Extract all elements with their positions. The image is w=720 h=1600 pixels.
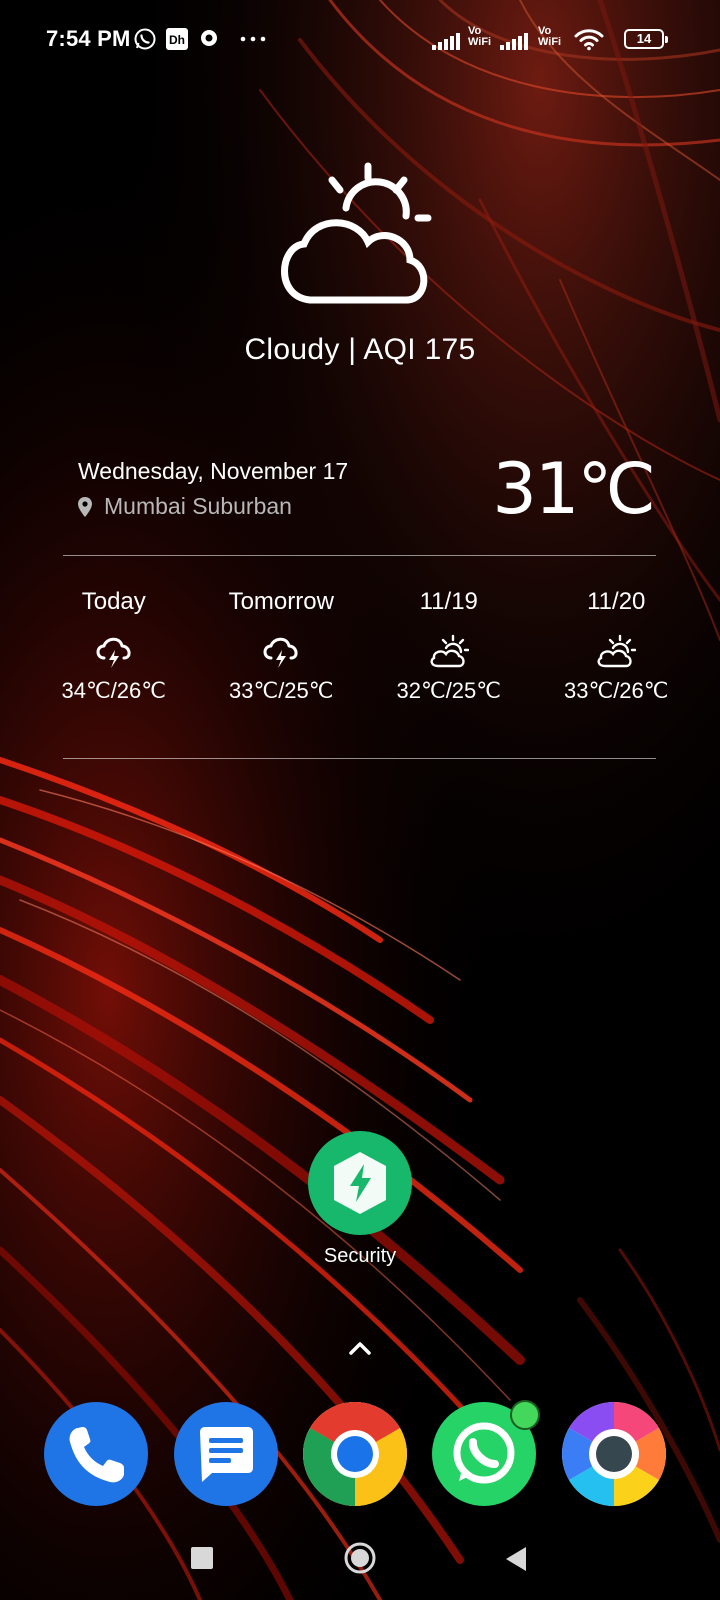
- messages-app[interactable]: [174, 1402, 278, 1506]
- forecast-day-1120: 11/20 33℃/26℃: [533, 588, 701, 718]
- location-label: Mumbai Suburban: [104, 493, 292, 519]
- security-icon[interactable]: [308, 1131, 412, 1235]
- signal-icon: [500, 33, 528, 50]
- battery-icon: 14: [624, 29, 668, 49]
- forecast-day-label: Today: [81, 588, 146, 615]
- forecast-temp-range: 34℃/26℃: [61, 678, 166, 703]
- wifi-icon: [574, 29, 604, 51]
- partly-cloudy-icon: [597, 634, 637, 668]
- forecast-temp-range: 32℃/25℃: [396, 678, 501, 703]
- dock: [0, 1400, 720, 1508]
- forecast-day-1119: 11/19 32℃/25℃: [365, 588, 533, 718]
- forecast-day-label: 11/20: [587, 588, 646, 615]
- home-button[interactable]: [344, 1542, 376, 1574]
- weather-date: Wednesday, November 17: [78, 458, 349, 484]
- status-time: 7:54 PM: [46, 26, 131, 51]
- battery-level: 14: [636, 31, 652, 46]
- divider: [63, 555, 656, 556]
- current-temperature: 31℃: [492, 448, 656, 530]
- shield-bolt-icon: [334, 1152, 386, 1214]
- browser-icon: [562, 1402, 666, 1506]
- recents-button[interactable]: [190, 1546, 214, 1570]
- phone-icon: [69, 1427, 124, 1483]
- vowifi-indicator: Vo WiFi: [538, 25, 562, 48]
- divider: [63, 758, 656, 759]
- forecast-day-label: 11/19: [419, 588, 478, 615]
- browser-app[interactable]: [562, 1402, 666, 1506]
- home-screen: 7:54 PM Dh Vo WiFi Vo WiFi 14 Cloudy | A…: [0, 0, 720, 1600]
- forecast-row: Today 34℃/26℃ Tomorrow 33℃/25℃ 11/19 32℃…: [30, 588, 700, 718]
- weather-condition: Cloudy | AQI 175: [244, 333, 476, 366]
- vowifi-indicator: Vo WiFi: [468, 25, 492, 48]
- forecast-day-today: Today 34℃/26℃: [30, 588, 198, 718]
- messages-icon: [200, 1427, 253, 1482]
- thunderstorm-icon: [263, 637, 298, 668]
- app-label: Security: [323, 1245, 397, 1267]
- location-pin-icon: [78, 496, 92, 517]
- dailyhunt-icon: Dh: [166, 28, 188, 50]
- chrome-app[interactable]: [303, 1402, 407, 1506]
- navigation-bar: [0, 1516, 720, 1596]
- chevron-up-icon[interactable]: [347, 1339, 373, 1357]
- security-app[interactable]: Security: [300, 1131, 420, 1268]
- more-notifications-icon: [240, 36, 266, 42]
- forecast-temp-range: 33℃/26℃: [564, 678, 669, 703]
- partly-cloudy-icon: [430, 634, 469, 668]
- back-button[interactable]: [504, 1546, 528, 1572]
- notification-dot: [510, 1400, 540, 1430]
- whatsapp-icon: [134, 28, 156, 50]
- weather-location: Mumbai Suburban: [78, 493, 292, 520]
- status-bar: 7:54 PM Dh Vo WiFi Vo WiFi 14: [0, 0, 720, 80]
- thunderstorm-icon: [96, 637, 131, 668]
- whatsapp-app[interactable]: [432, 1400, 540, 1506]
- chrome-icon: [303, 1402, 407, 1506]
- phone-app[interactable]: [44, 1402, 148, 1506]
- signal-icon: [432, 33, 460, 50]
- forecast-temp-range: 33℃/25℃: [229, 678, 334, 703]
- forecast-day-tomorrow: Tomorrow 33℃/25℃: [198, 588, 366, 718]
- cloudy-sun-icon: [281, 162, 432, 304]
- svg-text:Dh: Dh: [169, 33, 185, 47]
- app-notification-icon: [201, 30, 217, 46]
- forecast-day-label: Tomorrow: [228, 588, 334, 615]
